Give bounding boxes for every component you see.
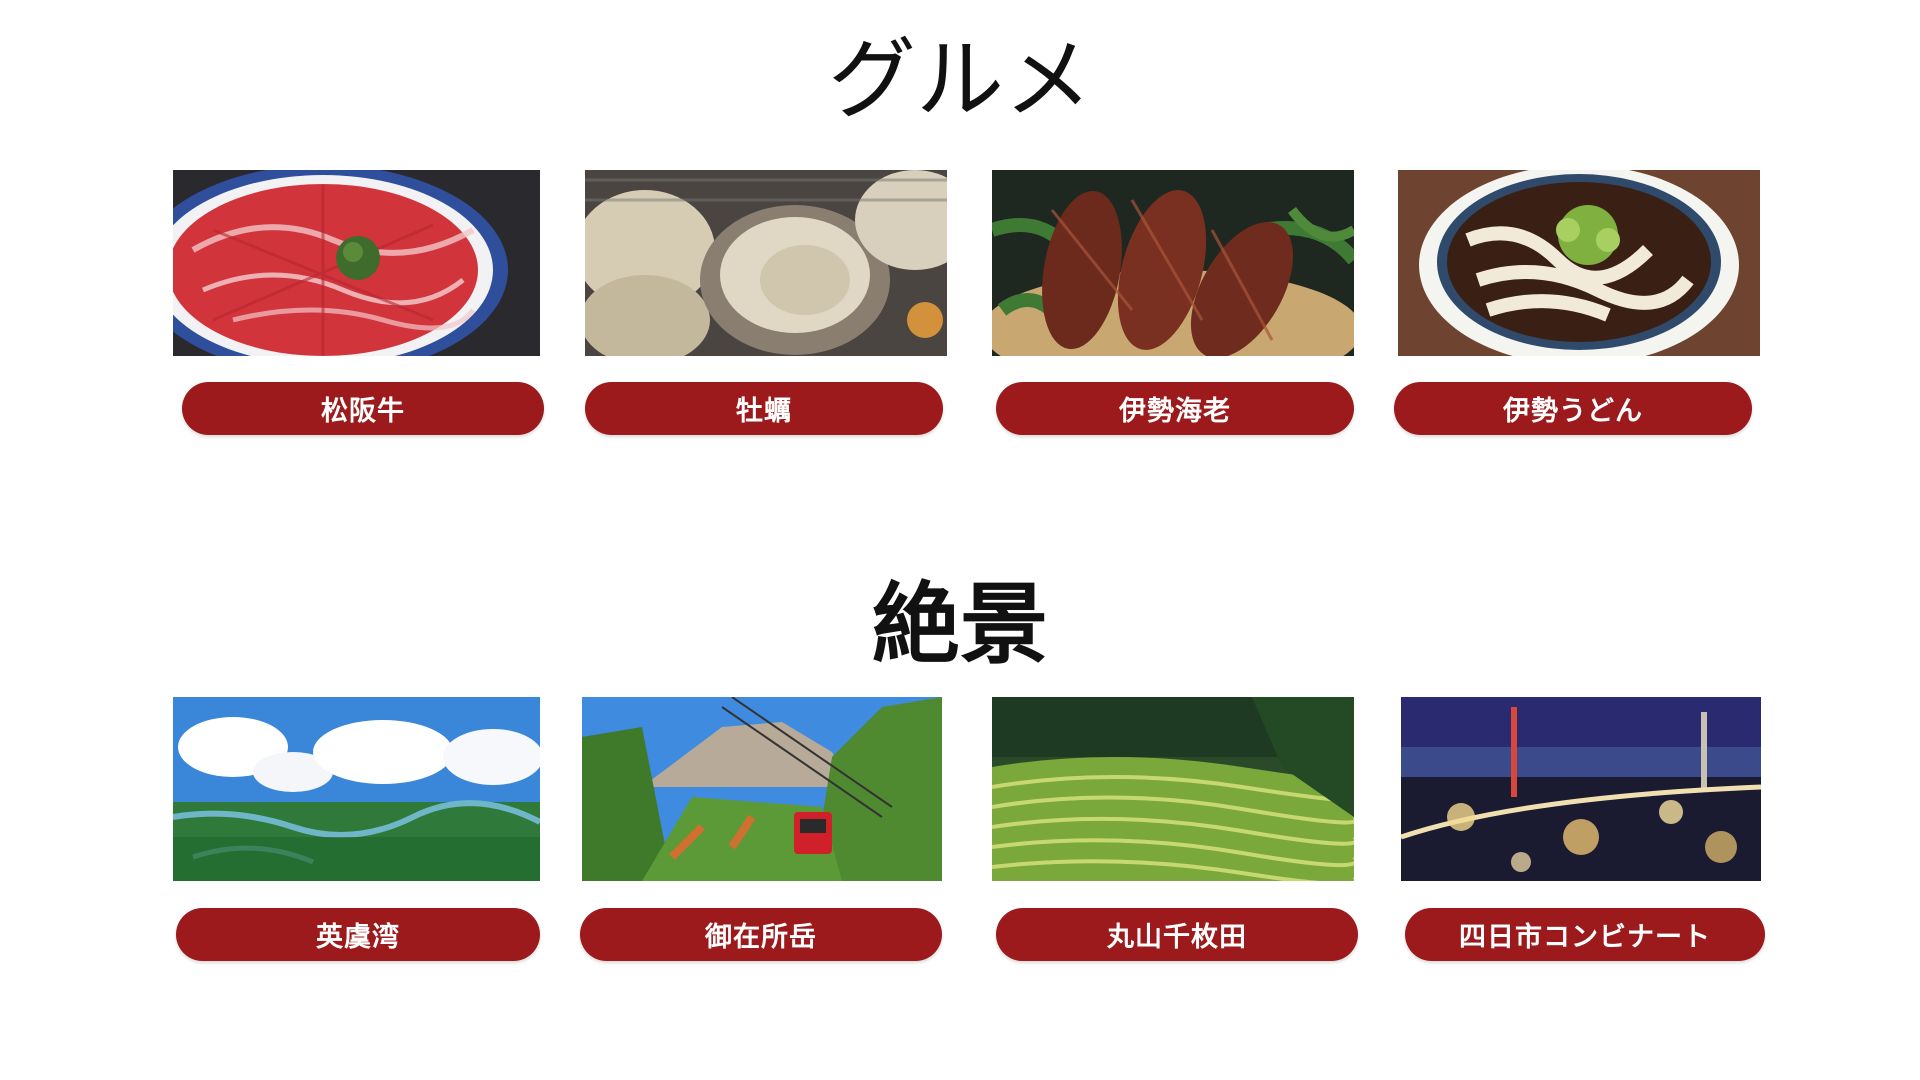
button-label: 松阪牛 (321, 396, 405, 427)
yokkaichi-industrial-image[interactable] (1401, 697, 1761, 881)
oyster-image[interactable] (585, 170, 947, 356)
button-label: 御在所岳 (705, 922, 817, 953)
gourmet-section-title: グルメ (827, 28, 1092, 131)
matsusaka-beef-image[interactable] (173, 170, 540, 356)
gourmet-button-ise-lobster[interactable]: 伊勢海老 (996, 382, 1354, 435)
scenery-button-maruyama[interactable]: 丸山千枚田 (996, 908, 1358, 961)
button-label: 四日市コンビナート (1459, 922, 1711, 953)
maruyama-rice-terraces-image[interactable] (992, 697, 1354, 881)
button-label: 伊勢うどん (1503, 396, 1643, 427)
gozaisho-ropeway-image[interactable] (582, 697, 942, 881)
button-label: 牡蠣 (736, 396, 792, 427)
gourmet-button-matsusaka-beef[interactable]: 松阪牛 (182, 382, 544, 435)
button-label: 伊勢海老 (1119, 396, 1231, 427)
ago-bay-image[interactable] (173, 697, 540, 881)
scenery-button-gozaisho[interactable]: 御在所岳 (580, 908, 942, 961)
scenery-section-title: 絶景 (871, 572, 1048, 676)
scenery-button-yokkaichi[interactable]: 四日市コンビナート (1405, 908, 1765, 961)
scenery-button-ago-bay[interactable]: 英虞湾 (176, 908, 540, 961)
spiny-lobster-image[interactable] (992, 170, 1354, 356)
ise-udon-image[interactable] (1398, 170, 1760, 356)
gourmet-button-oyster[interactable]: 牡蠣 (585, 382, 943, 435)
button-label: 丸山千枚田 (1107, 922, 1247, 953)
gourmet-button-ise-udon[interactable]: 伊勢うどん (1394, 382, 1752, 435)
button-label: 英虞湾 (316, 922, 400, 953)
